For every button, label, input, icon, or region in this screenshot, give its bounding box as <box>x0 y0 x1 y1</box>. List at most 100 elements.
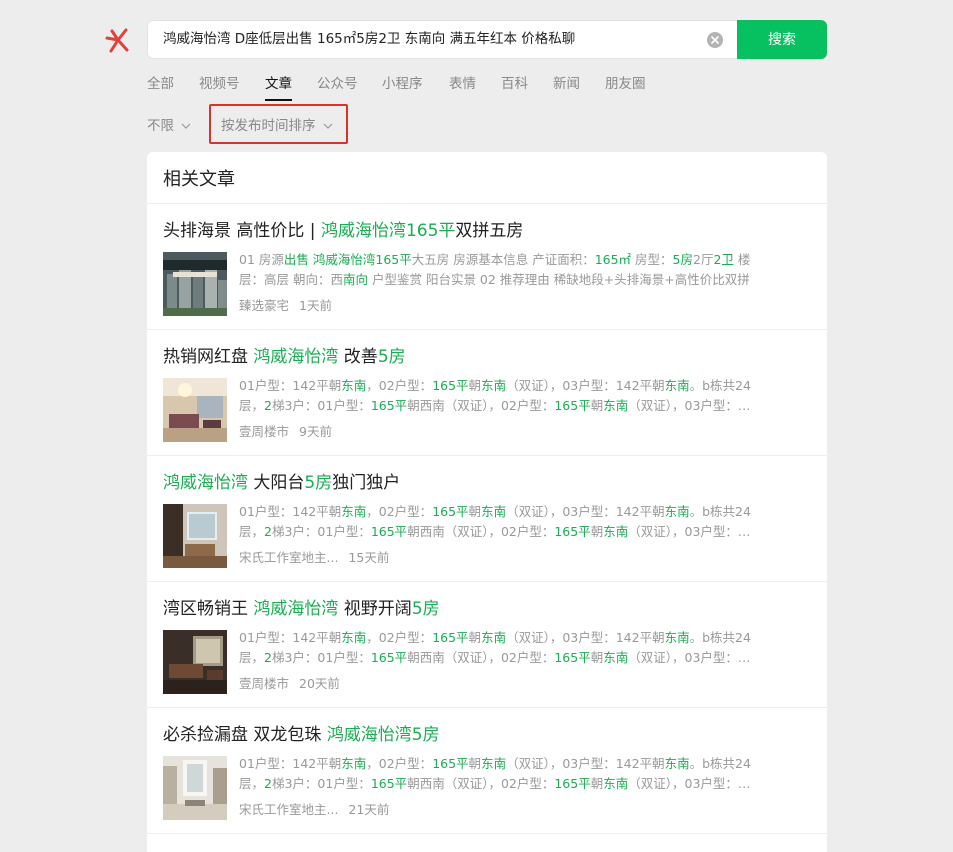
tab-news[interactable]: 新闻 <box>553 74 580 102</box>
article-source[interactable]: 宋氏工作室地主... <box>239 802 338 817</box>
article-meta: 壹周楼市 9天前 <box>239 422 332 442</box>
text-segment: 朝 <box>590 776 604 791</box>
clear-icon[interactable] <box>707 32 723 48</box>
text-segment: 01户型：142平朝 <box>239 756 342 771</box>
tab-moments[interactable]: 朋友圈 <box>605 74 646 102</box>
text-segment: 层， <box>239 524 265 539</box>
text-segment: 层：高层 朝向：西 <box>239 272 343 287</box>
text-segment: 湾区畅销王 <box>163 599 254 619</box>
article-title[interactable]: 鸿威海怡湾 大阳台5房独门独户 <box>163 471 400 495</box>
article-title[interactable]: 头排海景 高性价比 | 鸿威海怡湾165平双拼五房 <box>163 219 523 243</box>
snippet-line: 层：高层 朝向：西南向 户型鉴赏 阳台实景 02 推荐理由 稀缺地段+头排海景+… <box>239 270 811 290</box>
tab-articles[interactable]: 文章 <box>265 74 292 102</box>
text-segment: ，02户型： <box>366 630 433 645</box>
text-segment: （双证），03户型：142平朝 <box>506 630 665 645</box>
article-time: 21天前 <box>348 802 390 817</box>
time-range-filter[interactable]: 不限 <box>147 116 191 136</box>
text-segment: 大阳台 <box>248 473 305 493</box>
search-box <box>147 20 737 59</box>
snippet-line: 01户型：142平朝东南，02户型：165平朝东南（双证），03户型：142平朝… <box>239 754 811 774</box>
text-segment: 层， <box>239 776 265 791</box>
tab-mini-programs[interactable]: 小程序 <box>382 74 423 102</box>
tab-channels[interactable]: 视频号 <box>199 74 240 102</box>
tab-official-accounts[interactable]: 公众号 <box>317 74 358 102</box>
text-segment: 01户型：142平朝 <box>239 378 342 393</box>
search-button[interactable]: 搜索 <box>737 20 827 59</box>
text-segment: 独门独户 <box>332 473 401 493</box>
snippet-line: 层，2梯3户：01户型：165平朝西南（双证），02户型：165平朝东南（双证）… <box>239 396 811 416</box>
highlight-text: 2 <box>264 776 272 791</box>
search-input[interactable] <box>163 21 703 58</box>
highlight-text: 东南 <box>341 378 367 393</box>
article-thumbnail[interactable] <box>163 252 227 316</box>
search-logo-icon[interactable] <box>104 26 132 54</box>
snippet-line: 01户型：142平朝东南，02户型：165平朝东南（双证），03户型：142平朝… <box>239 502 811 522</box>
text-segment: 。b栋共24 <box>689 378 751 393</box>
text-segment: 梯3户：01户型： <box>271 524 371 539</box>
article-source[interactable]: 壹周楼市 <box>239 676 289 691</box>
snippet-line: 01 房源出售 鸿威海怡湾165平大五房 房源基本信息 产证面积：165㎡ 房型… <box>239 250 811 270</box>
article-thumbnail[interactable] <box>163 630 227 694</box>
article-snippet: 01 房源出售 鸿威海怡湾165平大五房 房源基本信息 产证面积：165㎡ 房型… <box>239 250 811 290</box>
text-segment: 户型鉴赏 阳台实景 02 推荐理由 稀缺地段+头排海景+高性价比双拼 <box>368 272 750 287</box>
sort-highlight-box <box>209 104 348 144</box>
article-source[interactable]: 宋氏工作室地主... <box>239 550 338 565</box>
highlight-text: 2 <box>264 650 272 665</box>
article-snippet: 01户型：142平朝东南，02户型：165平朝东南（双证），03户型：142平朝… <box>239 502 811 542</box>
text-segment: 梯3户：01户型： <box>271 650 371 665</box>
highlight-text: 东南 <box>341 756 367 771</box>
tab-stickers[interactable]: 表情 <box>449 74 476 102</box>
article-thumbnail[interactable] <box>163 756 227 820</box>
highlight-text: 165平 <box>370 650 408 665</box>
article-time: 9天前 <box>299 424 332 439</box>
article-time: 20天前 <box>299 676 340 691</box>
highlight-text: 165平 <box>554 398 591 413</box>
text-segment: 梯3户：01户型： <box>271 398 371 413</box>
text-segment: 层， <box>239 398 265 413</box>
highlight-text: 出售 <box>283 252 309 267</box>
snippet-line: 01户型：142平朝东南，02户型：165平朝东南（双证），03户型：142平朝… <box>239 376 811 396</box>
text-segment: （双证），03户型：… <box>628 776 751 791</box>
text-segment: 视野开阔 <box>338 599 412 619</box>
article-item[interactable]: 必杀捡漏盘 双龙包珠 鸿威海怡湾5房 01户型：142平朝东南，02户型：165平… <box>147 708 827 834</box>
article-source[interactable]: 壹周楼市 <box>239 424 289 439</box>
highlight-text: 165平 <box>432 378 469 393</box>
article-title[interactable]: 湾区畅销王 鸿威海怡湾 视野开阔5房 <box>163 597 440 621</box>
article-item[interactable]: 头排海景 高性价比 | 鸿威海怡湾165平双拼五房 01 房源出售 鸿威海怡湾16… <box>147 204 827 330</box>
article-item[interactable]: 湾区畅销王 鸿威海怡湾 视野开阔5房 01户型：142平朝东南，02户型：165平… <box>147 582 827 708</box>
article-thumbnail[interactable] <box>163 378 227 442</box>
text-segment: 房型： <box>631 252 673 267</box>
article-meta: 臻选豪宅 1天前 <box>239 296 332 316</box>
text-segment: 层， <box>239 650 265 665</box>
article-title[interactable]: 热销网红盘 鸿威海怡湾 改善5房 <box>163 345 406 369</box>
text-segment: （双证），03户型：… <box>628 650 751 665</box>
text-segment: 头排海景 高性价比 | <box>163 221 321 241</box>
text-segment: （双证），03户型：… <box>628 524 751 539</box>
highlight-text: 165平 <box>370 398 408 413</box>
highlight-text: 鸿威海怡湾 <box>163 473 248 493</box>
text-segment: 朝西南（双证），02户型： <box>407 650 555 665</box>
highlight-text: 165平 <box>432 504 469 519</box>
results-card: 相关文章 头排海景 高性价比 | 鸿威海怡湾165平双拼五房 01 房源出售 鸿威… <box>147 152 827 852</box>
text-segment: 热销网红盘 <box>163 347 254 367</box>
highlight-text: 东南 <box>664 378 690 393</box>
highlight-text: 东南 <box>481 756 507 771</box>
tab-all[interactable]: 全部 <box>147 74 174 102</box>
highlight-text: 东南 <box>341 630 367 645</box>
article-snippet: 01户型：142平朝东南，02户型：165平朝东南（双证），03户型：142平朝… <box>239 754 811 794</box>
article-item[interactable]: 鸿威海怡湾 大阳台5房独门独户 01户型：142平朝东南，02户型：165平朝东南… <box>147 456 827 582</box>
article-title[interactable]: 必杀捡漏盘 双龙包珠 鸿威海怡湾5房 <box>163 723 440 747</box>
article-source[interactable]: 臻选豪宅 <box>239 298 289 313</box>
article-item[interactable]: 热销网红盘 鸿威海怡湾 改善5房 01户型：142平朝东南，02户型：165平朝东… <box>147 330 827 456</box>
highlight-text: 东南 <box>481 630 507 645</box>
tab-encyclopedia[interactable]: 百科 <box>501 74 528 102</box>
highlight-text: 鸿威海怡湾165平 <box>320 221 456 241</box>
highlight-text: 165平 <box>554 524 591 539</box>
snippet-line: 层，2梯3户：01户型：165平朝西南（双证），02户型：165平朝东南（双证）… <box>239 522 811 542</box>
text-segment: 。b栋共24 <box>689 630 751 645</box>
text-segment: 朝 <box>468 504 482 519</box>
highlight-text: 鸿威海怡湾165平 <box>312 252 412 267</box>
article-thumbnail[interactable] <box>163 504 227 568</box>
highlight-text: 5房 <box>377 347 406 367</box>
text-segment: 朝 <box>468 756 482 771</box>
